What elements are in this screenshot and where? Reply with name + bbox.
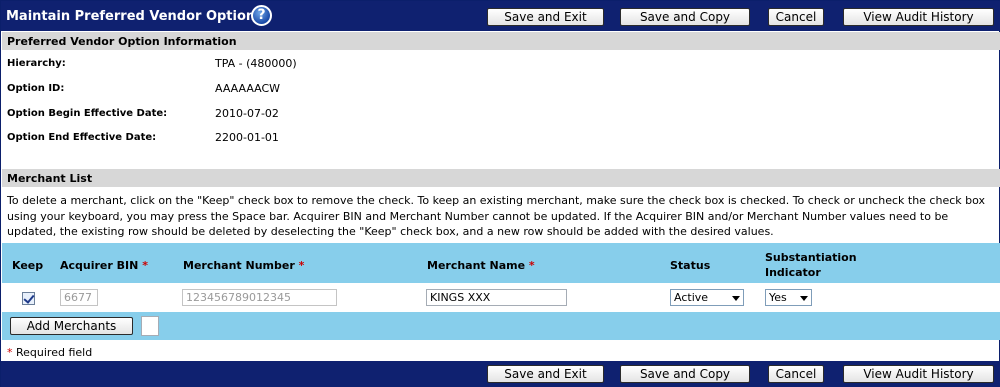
title-bar: Maintain Preferred Vendor Option ? Save … <box>1 1 1000 31</box>
info-section-header: Preferred Vendor Option Information <box>2 32 1000 50</box>
hierarchy-value: TPA - (480000) <box>215 57 297 70</box>
merchant-count-input[interactable] <box>141 316 159 336</box>
chevron-down-icon <box>732 296 740 301</box>
column-substantiation: Substantiation <box>765 251 857 264</box>
substantiation-select-value: Yes <box>769 291 787 304</box>
save-and-exit-button-bottom[interactable]: Save and Exit <box>487 365 604 383</box>
option-id-value: AAAAAACW <box>215 82 281 95</box>
save-and-exit-button[interactable]: Save and Exit <box>487 8 604 26</box>
view-audit-history-button-bottom[interactable]: View Audit History <box>843 365 994 383</box>
hierarchy-label: Hierarchy: <box>7 58 66 69</box>
page-frame: Maintain Preferred Vendor Option ? Save … <box>0 0 1000 387</box>
status-select[interactable]: Active <box>670 289 744 306</box>
merchant-table-header: Keep Acquirer BIN * Merchant Number * Me… <box>2 243 1000 283</box>
column-merchant-name: Merchant Name * <box>427 259 535 272</box>
column-merchant-number: Merchant Number * <box>183 259 305 272</box>
column-status: Status <box>670 259 711 272</box>
column-indicator: Indicator <box>765 266 821 279</box>
acquirer-bin-field: 6677 <box>60 289 98 306</box>
status-select-value: Active <box>674 291 709 304</box>
merchant-name-input[interactable]: KINGS XXX <box>426 289 567 306</box>
begin-date-label: Option Begin Effective Date: <box>7 108 168 119</box>
save-and-copy-button-bottom[interactable]: Save and Copy <box>620 365 750 383</box>
chevron-down-icon <box>800 296 808 301</box>
required-field-note: * Required field <box>7 346 93 359</box>
column-keep: Keep <box>12 259 44 272</box>
option-id-label: Option ID: <box>7 83 65 94</box>
footer-bar: Save and Exit Save and Copy Cancel View … <box>1 361 1000 387</box>
help-icon[interactable]: ? <box>251 5 272 26</box>
end-date-label: Option End Effective Date: <box>7 132 157 143</box>
substantiation-select[interactable]: Yes <box>765 289 812 306</box>
cancel-button[interactable]: Cancel <box>768 8 824 26</box>
page-title: Maintain Preferred Vendor Option <box>6 9 256 24</box>
merchant-instructions: To delete a merchant, click on the "Keep… <box>7 194 986 238</box>
end-date-value: 2200-01-01 <box>215 131 279 144</box>
add-merchant-bar: Add Merchants <box>2 312 1000 340</box>
begin-date-value: 2010-07-02 <box>215 107 279 120</box>
keep-checkbox[interactable] <box>22 292 35 305</box>
view-audit-history-button[interactable]: View Audit History <box>843 8 994 26</box>
merchant-number-field: 123456789012345 <box>182 289 337 306</box>
merchant-section-header: Merchant List <box>2 169 1000 187</box>
column-acquirer-bin: Acquirer BIN * <box>60 259 148 272</box>
add-merchants-button[interactable]: Add Merchants <box>10 317 133 335</box>
save-and-copy-button[interactable]: Save and Copy <box>620 8 750 26</box>
cancel-button-bottom[interactable]: Cancel <box>768 365 824 383</box>
table-row: 6677 123456789012345 KINGS XXX Active Ye… <box>2 283 1000 312</box>
